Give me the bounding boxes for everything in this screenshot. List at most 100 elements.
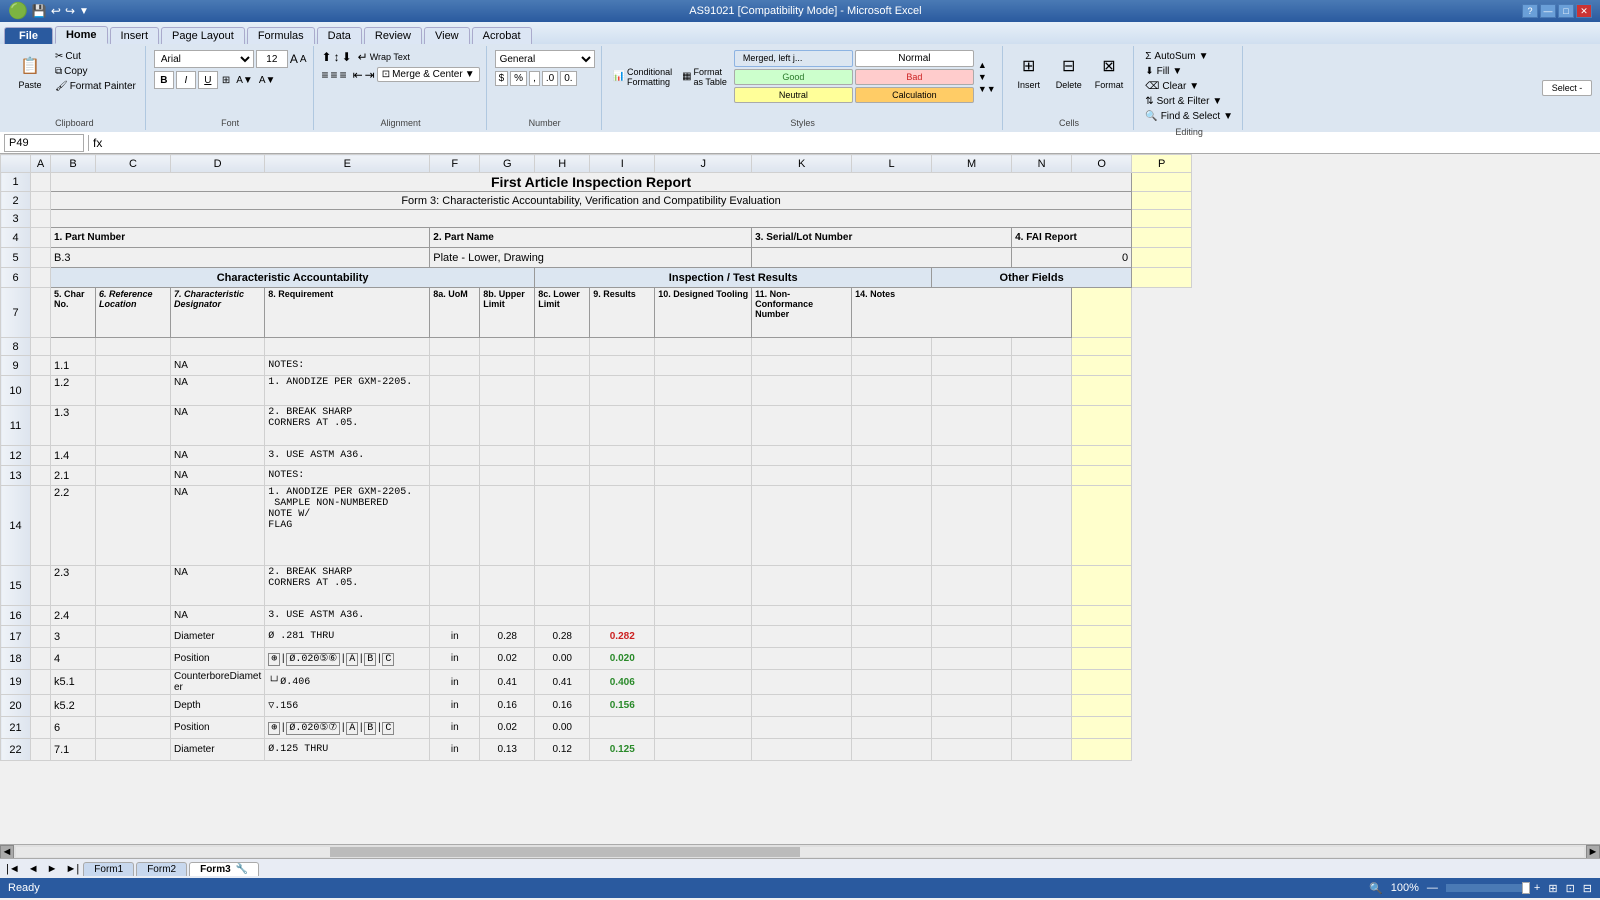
part-name-label[interactable]: 2. Part Name (430, 228, 752, 248)
col-header-J[interactable]: J (655, 155, 752, 173)
font-shrink-btn[interactable]: A (300, 54, 307, 65)
col-header-O[interactable]: O (1072, 155, 1132, 173)
neutral-style[interactable]: Neutral (734, 87, 853, 103)
copy-button[interactable]: ⧉ Copy (52, 65, 139, 78)
font-grow-btn[interactable]: A (290, 52, 298, 66)
col-header-N[interactable]: N (1012, 155, 1072, 173)
part-name-value[interactable]: Plate - Lower, Drawing (430, 248, 752, 268)
normal-style[interactable]: Normal (855, 50, 974, 67)
col-header-E[interactable]: E (265, 155, 430, 173)
col-header-B[interactable]: B (51, 155, 96, 173)
good-style[interactable]: Good (734, 69, 853, 85)
col-header-A[interactable]: A (31, 155, 51, 173)
underline-button[interactable]: U (198, 71, 218, 89)
tab-data[interactable]: Data (317, 27, 362, 44)
tab-nav-last[interactable]: ►| (62, 863, 84, 875)
page-layout-btn[interactable]: ⊞ (1548, 882, 1557, 895)
fill-color-btn[interactable]: A▼ (236, 75, 253, 86)
align-left-btn[interactable]: ≡ (322, 68, 329, 82)
tab-acrobat[interactable]: Acrobat (472, 27, 532, 44)
col-header-K[interactable]: K (752, 155, 852, 173)
tab-form2[interactable]: Form2 (136, 862, 187, 876)
align-bottom-btn[interactable]: ⬇ (342, 50, 352, 64)
col-header-F[interactable]: F (430, 155, 480, 173)
h-scrollbar-thumb[interactable] (330, 847, 800, 857)
tab-file[interactable]: File (4, 27, 53, 44)
h-scrollbar-track[interactable] (16, 847, 1584, 857)
merged-left-style[interactable]: Merged, left j... (734, 50, 853, 67)
italic-button[interactable]: I (176, 71, 196, 89)
align-middle-btn[interactable]: ↕ (334, 50, 340, 64)
minimize-btn[interactable]: — (1540, 4, 1556, 18)
paste-button[interactable]: 📋 Paste (10, 50, 50, 92)
conditional-formatting-btn[interactable]: 📊 ConditionalFormatting (610, 66, 675, 88)
col-header-H[interactable]: H (535, 155, 590, 173)
fai-report-label[interactable]: 4. FAI Report (1012, 228, 1132, 248)
zoom-slider[interactable] (1446, 884, 1526, 892)
restore-btn[interactable]: □ (1558, 4, 1574, 18)
part-number-label[interactable]: 1. Part Number (51, 228, 430, 248)
clear-btn[interactable]: ⌫ Clear ▼ (1142, 80, 1202, 93)
zoom-out-btn[interactable]: — (1427, 882, 1438, 894)
tab-formulas[interactable]: Formulas (247, 27, 315, 44)
border-btn[interactable]: ⊞ (222, 75, 230, 86)
col-header-P[interactable]: P (1132, 155, 1192, 173)
tab-home[interactable]: Home (55, 26, 108, 44)
h-scrollbar[interactable]: ◄ ► (0, 844, 1600, 858)
comma-btn[interactable]: % (510, 71, 527, 86)
styles-more[interactable]: ▼▼ (978, 84, 996, 94)
decrease-indent-btn[interactable]: ⇤ (353, 68, 363, 82)
normal-view-btn[interactable]: ⊟ (1583, 882, 1592, 895)
increase-indent-btn[interactable]: ⇥ (365, 68, 375, 82)
tab-page-layout[interactable]: Page Layout (161, 27, 245, 44)
zoom-in-btn[interactable]: + (1534, 882, 1540, 894)
insert-btn[interactable]: ⊞ Insert (1011, 50, 1047, 92)
tab-nav-first[interactable]: |◄ (2, 863, 24, 875)
decrease-decimal-btn[interactable]: 0. (560, 71, 576, 86)
cut-button[interactable]: ✂ Cut (52, 50, 139, 63)
tab-nav-prev[interactable]: ◄ (24, 863, 43, 875)
serial-lot-label[interactable]: 3. Serial/Lot Number (752, 228, 1012, 248)
styles-scroll-down[interactable]: ▼ (978, 72, 996, 82)
tab-view[interactable]: View (424, 27, 470, 44)
styles-scroll-up[interactable]: ▲ (978, 60, 996, 70)
percent-btn[interactable]: $ (495, 71, 509, 86)
col-header-C[interactable]: C (96, 155, 171, 173)
font-size-input[interactable] (256, 50, 288, 68)
number-format-select[interactable]: General (495, 50, 595, 68)
delete-btn[interactable]: ⊟ Delete (1051, 50, 1087, 92)
format-painter-button[interactable]: 🖌 Format Painter (52, 80, 139, 93)
close-btn[interactable]: ✕ (1576, 4, 1592, 18)
sort-filter-btn[interactable]: ⇅ Sort & Filter ▼ (1142, 95, 1225, 108)
merge-center-btn[interactable]: ⊡ Merge & Center ▼ (377, 67, 480, 82)
col-header-M[interactable]: M (932, 155, 1012, 173)
tab-insert[interactable]: Insert (110, 27, 160, 44)
font-color-btn[interactable]: A▼ (259, 75, 276, 86)
comma2-btn[interactable]: , (529, 71, 540, 86)
page-break-btn[interactable]: ⊡ (1566, 882, 1575, 895)
align-top-btn[interactable]: ⬆ (322, 50, 332, 64)
align-center-btn[interactable]: ≡ (331, 68, 338, 82)
formula-fx[interactable]: fx (93, 136, 102, 150)
bold-button[interactable]: B (154, 71, 174, 89)
col-header-D[interactable]: D (171, 155, 265, 173)
tab-form1[interactable]: Form1 (83, 862, 134, 876)
col-header-I[interactable]: I (590, 155, 655, 173)
format-btn[interactable]: ⊠ Format (1091, 50, 1128, 92)
col-header-G[interactable]: G (480, 155, 535, 173)
format-as-table-btn[interactable]: ▦ Formatas Table (679, 66, 730, 88)
sheet-grid[interactable]: A B C D E F G H I J K L M N O P (0, 154, 1600, 844)
tab-review[interactable]: Review (364, 27, 422, 44)
align-right-btn[interactable]: ≡ (340, 68, 347, 82)
zoom-thumb[interactable] (1522, 882, 1530, 894)
font-name-select[interactable]: Arial (154, 50, 254, 68)
calculation-style[interactable]: Calculation (855, 87, 974, 103)
find-select-btn[interactable]: 🔍 Find & Select ▼ (1142, 110, 1236, 123)
part-number-value[interactable]: B.3 (51, 248, 430, 268)
tab-nav-next[interactable]: ► (43, 863, 62, 875)
col-header-L[interactable]: L (852, 155, 932, 173)
autosum-btn[interactable]: Σ AutoSum ▼ (1142, 50, 1211, 63)
wrap-text-btn[interactable]: ↵ (358, 50, 368, 64)
scroll-left-btn[interactable]: ◄ (0, 845, 14, 859)
bad-style[interactable]: Bad (855, 69, 974, 85)
